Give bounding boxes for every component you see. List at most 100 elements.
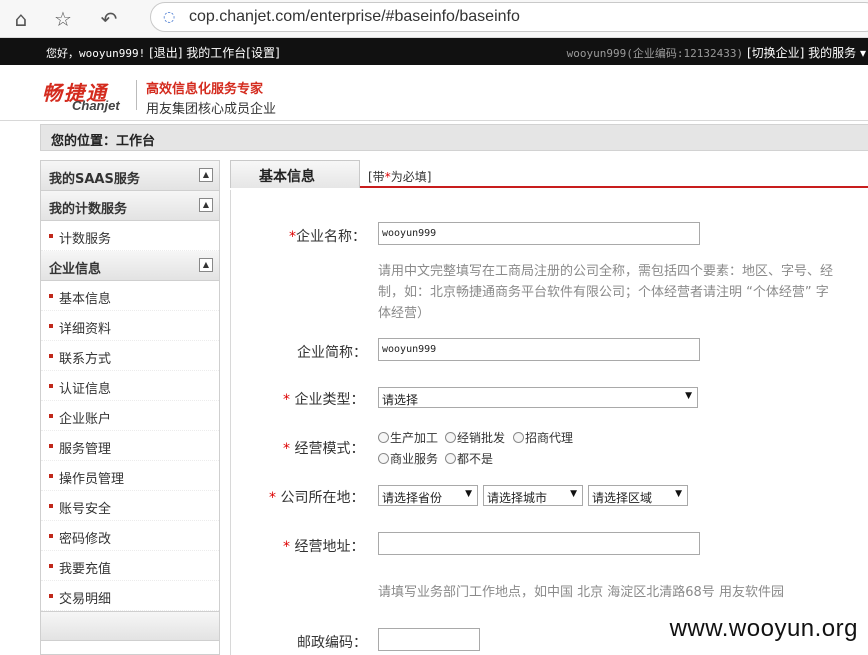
short-name-input[interactable]: wooyun999 [378, 338, 700, 361]
select-value: 请选择 [382, 393, 419, 407]
radio-circle[interactable] [378, 432, 389, 443]
sidebar-item-certification[interactable]: 认证信息 [41, 371, 219, 401]
greeting: 您好，wooyun999! [46, 47, 146, 60]
required-mark: * [283, 392, 290, 408]
collapse-icon[interactable]: ▲ [199, 198, 213, 212]
company-type-label: * 企业类型： [283, 389, 364, 409]
radio-none[interactable]: 都不是 [445, 450, 493, 467]
select-value: 请选择区域 [592, 491, 653, 505]
subslogan: 用友集团核心成员企业 [146, 102, 277, 117]
browser-toolbar: ⌂ ☆ ↶ ◌ cop.chanjet.com/enterprise/#base… [0, 0, 868, 38]
company-type-select[interactable]: 请选择 ▼ [378, 387, 698, 408]
company-name-hint-line2: 制，如：北京畅捷通商务平台软件有限公司；个体经营者请注明 “个体经营” 字 [378, 285, 829, 300]
city-select[interactable]: 请选择城市 ▼ [483, 485, 583, 506]
logo-english: Chanjet [72, 98, 120, 113]
bullet-icon [49, 384, 53, 388]
sidebar-footer [41, 611, 219, 641]
sidebar-section-counting[interactable]: 我的计数服务 ▲ [41, 191, 219, 221]
label-text: 经营地址： [294, 539, 365, 555]
address-input[interactable] [378, 532, 700, 555]
bullet-icon [49, 594, 53, 598]
site-icon: ◌ [163, 9, 176, 25]
sidebar-item-label: 详细资料 [59, 322, 112, 337]
sidebar-item-contact[interactable]: 联系方式 [41, 341, 219, 371]
label-text: 经营模式： [294, 441, 365, 457]
district-select[interactable]: 请选择区域 ▼ [588, 485, 688, 506]
radio-label: 招商代理 [525, 431, 574, 445]
switch-enterprise-link[interactable]: [切换企业] [747, 46, 804, 60]
address-bar[interactable]: ◌ cop.chanjet.com/enterprise/#baseinfo/b… [150, 2, 868, 32]
sidebar-item-change-password[interactable]: 密码修改 [41, 521, 219, 551]
my-services-menu[interactable]: 我的服务 ▾ [808, 46, 866, 60]
postcode-label: 邮政编码： [297, 635, 367, 651]
home-icon[interactable]: ⌂ [8, 6, 34, 32]
collapse-icon[interactable]: ▲ [199, 168, 213, 182]
bullet-icon [49, 324, 53, 328]
sidebar-section-saas[interactable]: 我的SAAS服务 ▲ [41, 161, 219, 191]
section-title: 我的计数服务 [49, 202, 128, 217]
top-bar: 您好，wooyun999! [退出] 我的工作台[设置] wooyun999(企… [0, 38, 868, 65]
sidebar-item-label: 服务管理 [59, 442, 112, 457]
required-mark: * [283, 539, 290, 555]
sidebar-item-account-security[interactable]: 账号安全 [41, 491, 219, 521]
tab-basic-info[interactable]: 基本信息 [230, 160, 360, 188]
radio-label: 商业服务 [390, 452, 439, 466]
sidebar-item-counting-service[interactable]: 计数服务 [41, 221, 219, 251]
bullet-icon [49, 354, 53, 358]
bullet-icon [49, 564, 53, 568]
section-title: 我的SAAS服务 [49, 172, 140, 187]
sidebar-item-transactions[interactable]: 交易明细 [41, 581, 219, 611]
collapse-icon[interactable]: ▲ [199, 258, 213, 272]
sidebar-item-service-management[interactable]: 服务管理 [41, 431, 219, 461]
radio-wholesale[interactable]: 经销批发 [445, 429, 505, 446]
company-name-label: *企业名称： [289, 226, 366, 246]
logo-divider [136, 80, 137, 110]
back-icon[interactable]: ↶ [96, 6, 122, 32]
required-mark: * [283, 441, 290, 457]
dropdown-arrow-icon: ▼ [465, 489, 472, 499]
sidebar-item-label: 计数服务 [59, 232, 112, 247]
radio-label: 生产加工 [390, 431, 439, 445]
radio-circle[interactable] [445, 453, 456, 464]
url-text[interactable]: cop.chanjet.com/enterprise/#baseinfo/bas… [189, 8, 520, 26]
note-prefix: [带 [368, 170, 385, 184]
company-name-hint-line1: 请用中文完整填写在工商局注册的公司全称，需包括四个要素：地区、字号、经 [378, 264, 834, 279]
logout-link[interactable]: [退出] [149, 46, 182, 60]
sidebar-item-label: 操作员管理 [59, 472, 125, 487]
sidebar-item-label: 认证信息 [59, 382, 112, 397]
bullet-icon [49, 444, 53, 448]
bullet-icon [49, 534, 53, 538]
radio-circle[interactable] [513, 432, 524, 443]
star-icon[interactable]: ☆ [50, 6, 76, 32]
sidebar-item-recharge[interactable]: 我要充值 [41, 551, 219, 581]
dropdown-arrow-icon: ▼ [675, 489, 682, 499]
sidebar-section-enterprise[interactable]: 企业信息 ▲ [41, 251, 219, 281]
dropdown-arrow-icon: ▼ [685, 391, 692, 401]
bullet-icon [49, 294, 53, 298]
company-name-input[interactable]: wooyun999 [378, 222, 700, 245]
slogan: 高效信息化服务专家 [146, 82, 264, 97]
radio-agency[interactable]: 招商代理 [513, 429, 573, 446]
sidebar-item-details[interactable]: 详细资料 [41, 311, 219, 341]
sidebar-item-basic-info[interactable]: 基本信息 [41, 281, 219, 311]
bullet-icon [49, 414, 53, 418]
required-note: [带*为必填] [368, 168, 431, 185]
workbench-link[interactable]: 我的工作台[设置] [186, 46, 279, 60]
radio-circle[interactable] [378, 453, 389, 464]
select-value: 请选择城市 [487, 491, 548, 505]
province-select[interactable]: 请选择省份 ▼ [378, 485, 478, 506]
bullet-icon [49, 474, 53, 478]
radio-commercial-service[interactable]: 商业服务 [378, 450, 438, 467]
sidebar-item-label: 密码修改 [59, 532, 112, 547]
sidebar-item-operator-management[interactable]: 操作员管理 [41, 461, 219, 491]
sidebar-item-account[interactable]: 企业账户 [41, 401, 219, 431]
radio-circle[interactable] [445, 432, 456, 443]
select-value: 请选择省份 [382, 491, 443, 505]
label-text: 企业名称： [296, 229, 366, 245]
postcode-input[interactable] [378, 628, 480, 651]
account-info: wooyun999(企业编码:12132433) [566, 47, 744, 60]
radio-production[interactable]: 生产加工 [378, 429, 438, 446]
bullet-icon [49, 504, 53, 508]
sidebar-item-label: 我要充值 [59, 562, 112, 577]
short-name-label: 企业简称： [297, 345, 367, 361]
